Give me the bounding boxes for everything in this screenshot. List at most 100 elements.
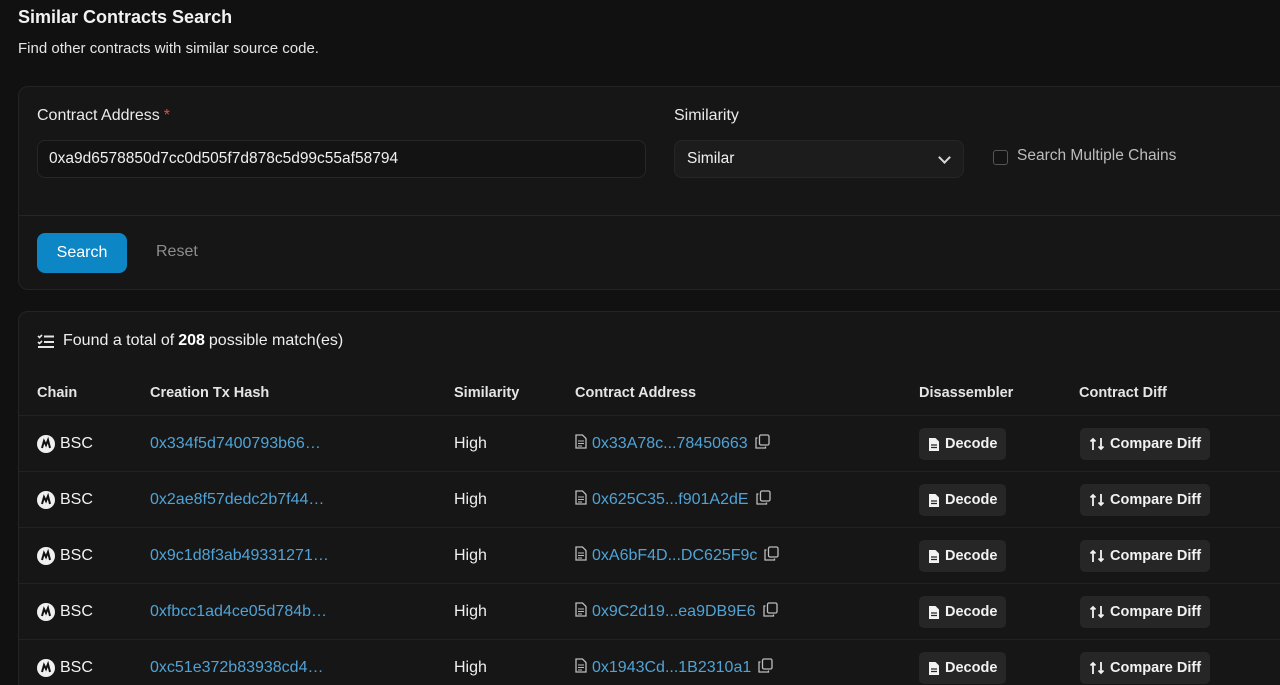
contract-address-cell: 0x1943Cd...1B2310a1 [575, 640, 773, 685]
creation-tx-hash-link[interactable]: 0xfbcc1ad4ce05d784b… [150, 584, 327, 640]
contract-address-link[interactable]: 0x625C35...f901A2dE [592, 491, 749, 509]
list-check-icon [37, 334, 55, 348]
column-header-contract-diff: Contract Diff [1079, 385, 1167, 401]
document-icon [575, 658, 587, 678]
contract-address-label-text: Contract Address [37, 107, 160, 124]
copy-icon[interactable] [764, 546, 780, 566]
similarity-label: Similarity [674, 107, 739, 124]
form-divider [19, 215, 1280, 216]
compare-arrows-icon [1089, 549, 1105, 563]
search-multiple-chains-checkbox[interactable] [993, 150, 1008, 165]
document-icon [575, 546, 587, 566]
chevron-down-icon [938, 151, 951, 164]
contract-address-input[interactable]: 0xa9d6578850d7cc0d505f7d878c5d99c55af587… [37, 140, 646, 178]
column-header-tx-hash: Creation Tx Hash [150, 385, 270, 401]
compare-diff-button[interactable]: Compare Diff [1080, 428, 1211, 460]
compare-diff-button[interactable]: Compare Diff [1080, 540, 1211, 572]
file-icon [929, 493, 939, 507]
chain-name: BSC [60, 659, 93, 676]
contract-address-cell: 0x9C2d19...ea9DB9E6 [575, 584, 778, 640]
similarity-value: High [454, 491, 487, 508]
creation-tx-hash-link[interactable]: 0xc51e372b83938cd4… [150, 640, 323, 685]
compare-diff-button[interactable]: Compare Diff [1080, 596, 1211, 628]
decode-label: Decode [945, 660, 998, 676]
similarity-value: High [454, 659, 487, 676]
search-multiple-chains-label[interactable]: Search Multiple Chains [1017, 147, 1176, 165]
compare-diff-label: Compare Diff [1110, 660, 1202, 676]
decode-label: Decode [945, 436, 998, 452]
table-row: BSC 0x2ae8f57dedc2b7f44… High 0x625C35..… [19, 471, 1280, 527]
similarity-value: High [454, 603, 487, 620]
column-header-similarity: Similarity [454, 385, 520, 401]
decode-label: Decode [945, 492, 998, 508]
contract-address-cell: 0x625C35...f901A2dE [575, 472, 771, 528]
search-form-card: Contract Address * 0xa9d6578850d7cc0d505f… [18, 86, 1280, 290]
contract-address-link[interactable]: 0x1943Cd...1B2310a1 [592, 659, 751, 677]
chain-cell: BSC [37, 584, 93, 640]
document-icon [575, 434, 587, 454]
search-button[interactable]: Search [37, 233, 127, 273]
contract-address-label: Contract Address * [37, 107, 170, 125]
creation-tx-hash-link[interactable]: 0x9c1d8f3ab49331271… [150, 528, 329, 584]
similarity-value: High [454, 435, 487, 452]
decode-label: Decode [945, 548, 998, 564]
chain-cell: BSC [37, 472, 93, 528]
document-icon [575, 490, 587, 510]
file-icon [929, 605, 939, 619]
chain-name: BSC [60, 547, 93, 564]
file-icon [929, 549, 939, 563]
results-card: Found a total of 208 possible match(es) … [18, 311, 1280, 685]
decode-button[interactable]: Decode [919, 540, 1007, 572]
decode-button[interactable]: Decode [919, 428, 1007, 460]
table-row: BSC 0xc51e372b83938cd4… High 0x1943Cd...… [19, 639, 1280, 685]
required-marker: * [163, 107, 170, 124]
compare-diff-label: Compare Diff [1110, 436, 1202, 452]
decode-label: Decode [945, 604, 998, 620]
contract-address-link[interactable]: 0x9C2d19...ea9DB9E6 [592, 603, 756, 621]
similarity-select[interactable]: Similar [674, 140, 964, 178]
compare-diff-button[interactable]: Compare Diff [1080, 652, 1211, 684]
compare-diff-label: Compare Diff [1110, 548, 1202, 564]
creation-tx-hash-link[interactable]: 0x2ae8f57dedc2b7f44… [150, 472, 324, 528]
compare-diff-label: Compare Diff [1110, 604, 1202, 620]
table-row: BSC 0xfbcc1ad4ce05d784b… High 0x9C2d19..… [19, 583, 1280, 639]
column-header-contract-address: Contract Address [575, 385, 697, 401]
chain-name: BSC [60, 491, 93, 508]
similarity-value: High [454, 547, 487, 564]
chain-cell: BSC [37, 528, 93, 584]
creation-tx-hash-link[interactable]: 0x334f5d7400793b66… [150, 416, 321, 472]
results-prefix: Found a total of [63, 332, 175, 349]
compare-arrows-icon [1089, 605, 1105, 619]
chain-name: BSC [60, 603, 93, 620]
copy-icon[interactable] [755, 490, 771, 510]
bsc-logo-icon [37, 491, 55, 509]
page-subtitle: Find other contracts with similar source… [18, 40, 319, 57]
reset-button[interactable]: Reset [156, 243, 198, 261]
decode-button[interactable]: Decode [919, 596, 1007, 628]
file-icon [929, 437, 939, 451]
bsc-logo-icon [37, 435, 55, 453]
decode-button[interactable]: Decode [919, 652, 1007, 684]
file-icon [929, 661, 939, 675]
copy-icon[interactable] [755, 434, 770, 454]
results-count: 208 [178, 332, 205, 349]
bsc-logo-icon [37, 547, 55, 565]
table-row: BSC 0x9c1d8f3ab49331271… High 0xA6bF4D..… [19, 527, 1280, 583]
decode-button[interactable]: Decode [919, 484, 1007, 516]
contract-address-cell: 0xA6bF4D...DC625F9c [575, 528, 780, 584]
copy-icon[interactable] [758, 658, 773, 678]
compare-arrows-icon [1089, 437, 1105, 451]
column-header-chain: Chain [37, 385, 78, 401]
compare-diff-button[interactable]: Compare Diff [1080, 484, 1211, 516]
bsc-logo-icon [37, 659, 55, 677]
chain-name: BSC [60, 435, 93, 452]
copy-icon[interactable] [763, 602, 778, 622]
results-suffix: possible match(es) [208, 332, 344, 349]
contract-address-link[interactable]: 0x33A78c...78450663 [592, 435, 748, 453]
results-summary: Found a total of 208 possible match(es) [37, 332, 343, 350]
chain-cell: BSC [37, 640, 93, 685]
contract-address-link[interactable]: 0xA6bF4D...DC625F9c [592, 547, 757, 565]
document-icon [575, 602, 587, 622]
chain-cell: BSC [37, 416, 93, 472]
compare-arrows-icon [1089, 493, 1105, 507]
